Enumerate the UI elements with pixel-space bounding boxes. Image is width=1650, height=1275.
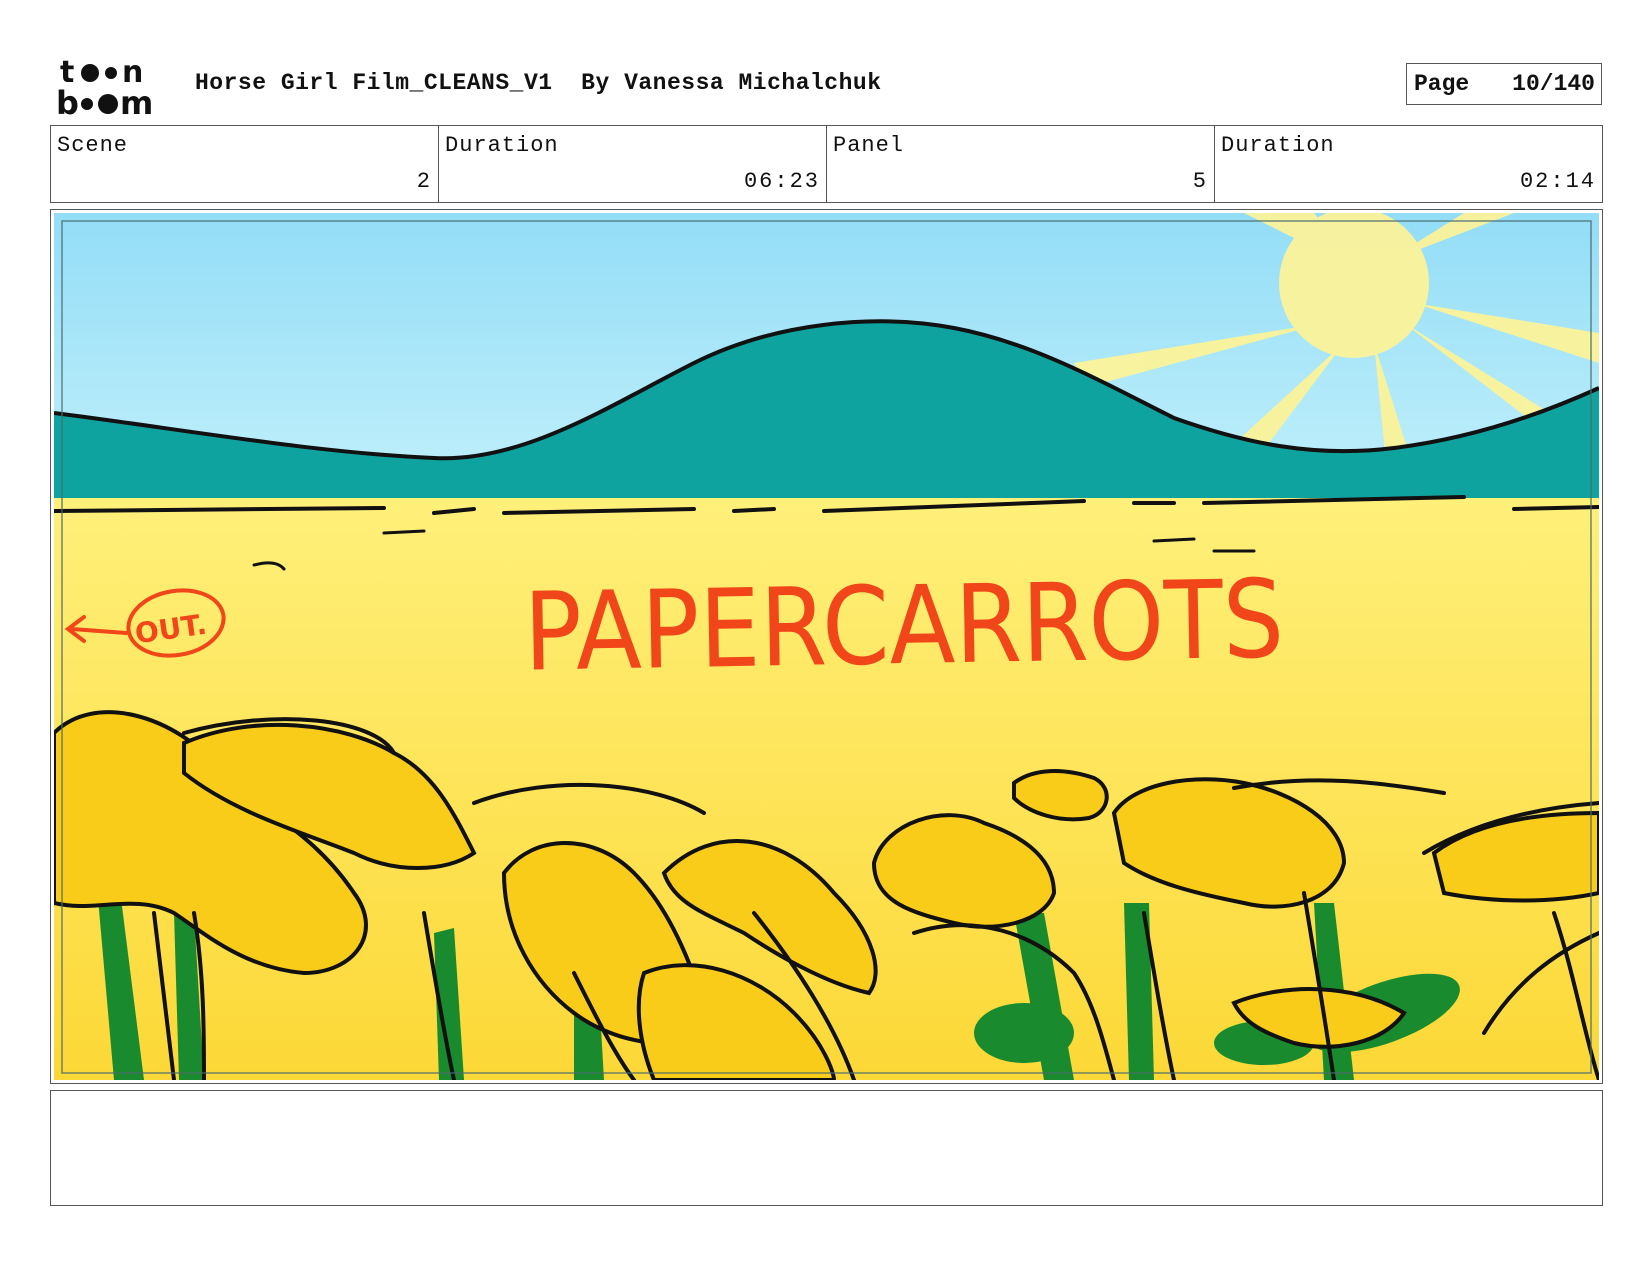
panel-info-table: Scene 2 Duration 06:23 Panel 5 Duration … (50, 125, 1603, 203)
page-number: 10/140 (1512, 71, 1595, 97)
svg-text:b: b (56, 84, 79, 118)
scene-duration-cell: Duration 06:23 (439, 126, 827, 202)
storyboard-panel: OUT. PAPERCARROTS (50, 209, 1603, 1084)
page-indicator: Page 10/140 (1406, 63, 1602, 105)
storyboard-drawing: OUT. PAPERCARROTS (54, 213, 1599, 1080)
scene-label: Scene (57, 133, 129, 158)
panel-value: 5 (1192, 169, 1208, 194)
scene-value: 2 (416, 169, 432, 194)
panel-cell: Panel 5 (827, 126, 1215, 202)
toonboom-logo: t n b m (56, 55, 153, 118)
panel-duration-cell: Duration 02:14 (1215, 126, 1602, 202)
headline-text: PAPERCARROTS (523, 557, 1285, 695)
scene-duration-value: 06:23 (743, 169, 820, 194)
panel-label: Panel (833, 133, 905, 158)
svg-text:m: m (120, 84, 153, 118)
panel-duration-value: 02:14 (1519, 169, 1596, 194)
document-title: Horse Girl Film_CLEANS_V1 By Vanessa Mic… (195, 70, 882, 96)
notes-box[interactable] (50, 1090, 1603, 1206)
scene-cell: Scene 2 (51, 126, 439, 202)
panel-duration-label: Duration (1221, 133, 1335, 158)
scene-duration-label: Duration (445, 133, 559, 158)
page-label: Page (1414, 71, 1470, 97)
